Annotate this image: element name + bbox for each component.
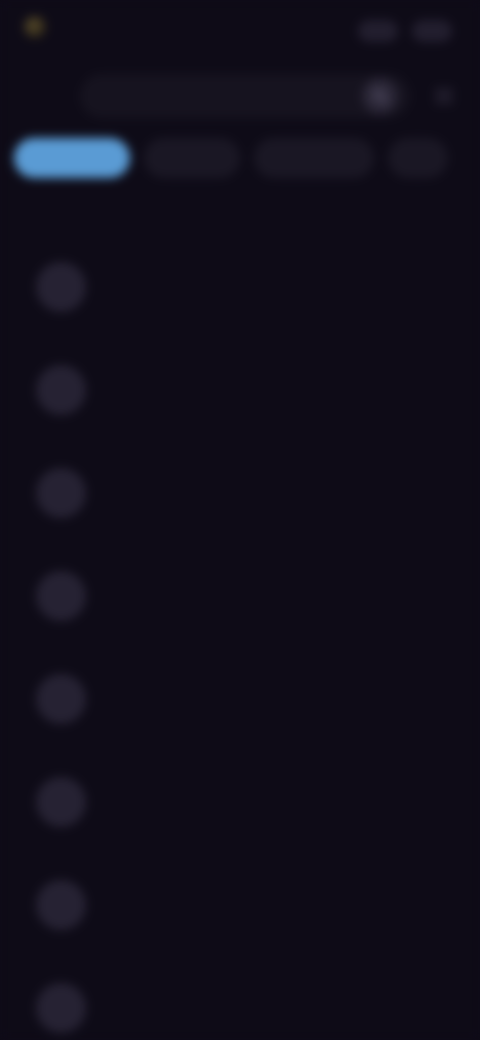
list-item[interactable] bbox=[0, 343, 480, 446]
top-action-button-1[interactable] bbox=[358, 20, 398, 42]
menu-icon bbox=[435, 89, 453, 103]
top-action-button-2[interactable] bbox=[412, 20, 452, 42]
tab-1[interactable] bbox=[14, 138, 130, 178]
search-button[interactable] bbox=[362, 78, 398, 114]
avatar bbox=[36, 571, 86, 621]
list-item[interactable] bbox=[0, 755, 480, 858]
list-item[interactable] bbox=[0, 961, 480, 1040]
search-row bbox=[0, 66, 480, 124]
avatar bbox=[36, 674, 86, 724]
search-input[interactable] bbox=[98, 88, 362, 104]
menu-button[interactable] bbox=[430, 82, 458, 110]
top-bar bbox=[0, 0, 480, 58]
avatar bbox=[36, 262, 86, 312]
search-box[interactable] bbox=[80, 74, 410, 118]
list-item[interactable] bbox=[0, 858, 480, 961]
search-icon bbox=[373, 89, 388, 104]
top-actions bbox=[358, 20, 452, 42]
tab-2[interactable] bbox=[144, 138, 240, 178]
avatar bbox=[36, 365, 86, 415]
list-item[interactable] bbox=[0, 240, 480, 343]
list-item[interactable] bbox=[0, 446, 480, 549]
tab-4[interactable] bbox=[388, 138, 448, 178]
avatar bbox=[36, 880, 86, 930]
avatar bbox=[36, 777, 86, 827]
tab-3[interactable] bbox=[254, 138, 374, 178]
tab-bar bbox=[14, 138, 448, 180]
avatar bbox=[36, 468, 86, 518]
list-item[interactable] bbox=[0, 652, 480, 755]
avatar bbox=[36, 983, 86, 1033]
list-item[interactable] bbox=[0, 549, 480, 652]
brand[interactable] bbox=[24, 16, 56, 38]
logo-icon bbox=[24, 16, 46, 38]
result-list bbox=[0, 240, 480, 1040]
app-window bbox=[0, 0, 480, 1040]
